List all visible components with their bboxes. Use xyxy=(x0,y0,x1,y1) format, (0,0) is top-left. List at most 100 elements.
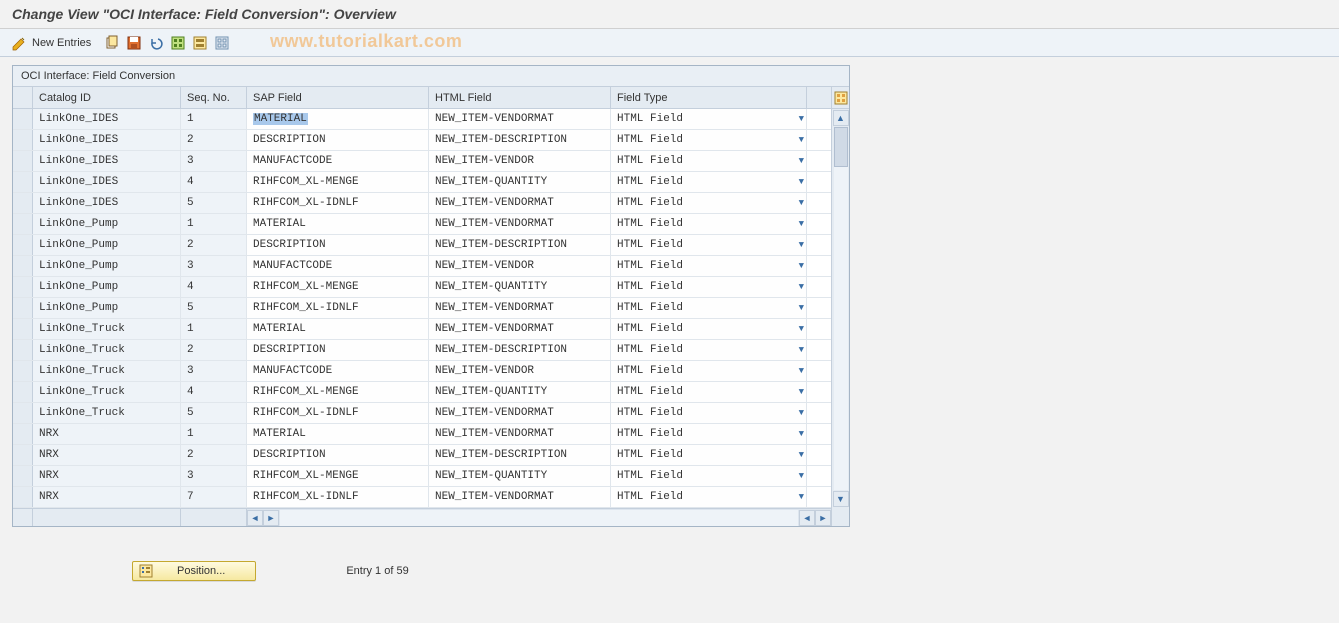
cell-html[interactable]: NEW_ITEM-VENDORMAT xyxy=(429,214,611,234)
cell-seq[interactable]: 1 xyxy=(181,424,247,444)
cell-catalog[interactable]: NRX xyxy=(33,487,181,507)
dropdown-icon[interactable]: ▼ xyxy=(799,450,804,460)
cell-html[interactable]: NEW_ITEM-VENDORMAT xyxy=(429,403,611,423)
hscroll-left-icon[interactable]: ◄ xyxy=(247,510,263,526)
cell-ftype[interactable]: HTML Field▼ xyxy=(611,193,807,213)
cell-catalog[interactable]: LinkOne_Truck xyxy=(33,403,181,423)
row-selector[interactable] xyxy=(13,256,33,276)
cell-ftype[interactable]: HTML Field▼ xyxy=(611,298,807,318)
cell-sap[interactable]: RIHFCOM_XL-IDNLF xyxy=(247,298,429,318)
table-row[interactable]: NRX7RIHFCOM_XL-IDNLFNEW_ITEM-VENDORMATHT… xyxy=(13,487,831,508)
row-selector[interactable] xyxy=(13,109,33,129)
cell-ftype[interactable]: HTML Field▼ xyxy=(611,256,807,276)
dropdown-icon[interactable]: ▼ xyxy=(799,366,804,376)
col-selector[interactable] xyxy=(13,87,33,108)
cell-sap[interactable]: MANUFACTCODE xyxy=(247,151,429,171)
vscroll-up-icon[interactable]: ▲ xyxy=(833,110,849,126)
select-block-icon[interactable] xyxy=(191,34,209,52)
cell-catalog[interactable]: NRX xyxy=(33,445,181,465)
cell-html[interactable]: NEW_ITEM-VENDORMAT xyxy=(429,487,611,507)
cell-html[interactable]: NEW_ITEM-DESCRIPTION xyxy=(429,340,611,360)
cell-ftype[interactable]: HTML Field▼ xyxy=(611,130,807,150)
col-seq[interactable]: Seq. No. xyxy=(181,87,247,108)
cell-html[interactable]: NEW_ITEM-VENDORMAT xyxy=(429,424,611,444)
cell-sap[interactable]: RIHFCOM_XL-IDNLF xyxy=(247,403,429,423)
cell-seq[interactable]: 4 xyxy=(181,382,247,402)
col-catalog[interactable]: Catalog ID xyxy=(33,87,181,108)
table-row[interactable]: LinkOne_Truck4RIHFCOM_XL-MENGENEW_ITEM-Q… xyxy=(13,382,831,403)
cell-seq[interactable]: 2 xyxy=(181,340,247,360)
table-row[interactable]: LinkOne_Truck3MANUFACTCODENEW_ITEM-VENDO… xyxy=(13,361,831,382)
row-selector[interactable] xyxy=(13,193,33,213)
table-row[interactable]: NRX2DESCRIPTIONNEW_ITEM-DESCRIPTIONHTML … xyxy=(13,445,831,466)
table-row[interactable]: LinkOne_IDES5RIHFCOM_XL-IDNLFNEW_ITEM-VE… xyxy=(13,193,831,214)
cell-ftype[interactable]: HTML Field▼ xyxy=(611,172,807,192)
table-row[interactable]: LinkOne_IDES4RIHFCOM_XL-MENGENEW_ITEM-QU… xyxy=(13,172,831,193)
cell-html[interactable]: NEW_ITEM-VENDOR xyxy=(429,361,611,381)
cell-html[interactable]: NEW_ITEM-VENDOR xyxy=(429,256,611,276)
cell-html[interactable]: NEW_ITEM-VENDORMAT xyxy=(429,109,611,129)
cell-html[interactable]: NEW_ITEM-DESCRIPTION xyxy=(429,235,611,255)
cell-sap[interactable]: RIHFCOM_XL-MENGE xyxy=(247,466,429,486)
cell-sap[interactable]: MATERIAL xyxy=(247,424,429,444)
cell-html[interactable]: NEW_ITEM-QUANTITY xyxy=(429,277,611,297)
cell-catalog[interactable]: LinkOne_IDES xyxy=(33,193,181,213)
cell-seq[interactable]: 7 xyxy=(181,487,247,507)
undo-icon[interactable] xyxy=(147,34,165,52)
new-entries-button[interactable]: New Entries xyxy=(32,37,91,49)
dropdown-icon[interactable]: ▼ xyxy=(799,324,804,334)
col-html[interactable]: HTML Field xyxy=(429,87,611,108)
cell-catalog[interactable]: LinkOne_IDES xyxy=(33,109,181,129)
row-selector[interactable] xyxy=(13,466,33,486)
row-selector[interactable] xyxy=(13,424,33,444)
cell-seq[interactable]: 1 xyxy=(181,319,247,339)
col-ftype[interactable]: Field Type xyxy=(611,87,807,108)
cell-ftype[interactable]: HTML Field▼ xyxy=(611,403,807,423)
cell-catalog[interactable]: LinkOne_Pump xyxy=(33,277,181,297)
dropdown-icon[interactable]: ▼ xyxy=(799,219,804,229)
row-selector[interactable] xyxy=(13,172,33,192)
cell-ftype[interactable]: HTML Field▼ xyxy=(611,487,807,507)
row-selector[interactable] xyxy=(13,235,33,255)
table-row[interactable]: LinkOne_IDES3MANUFACTCODENEW_ITEM-VENDOR… xyxy=(13,151,831,172)
cell-sap[interactable]: DESCRIPTION xyxy=(247,340,429,360)
cell-sap[interactable]: MATERIAL xyxy=(247,319,429,339)
cell-seq[interactable]: 5 xyxy=(181,193,247,213)
cell-catalog[interactable]: LinkOne_Pump xyxy=(33,214,181,234)
cell-seq[interactable]: 4 xyxy=(181,172,247,192)
cell-sap[interactable]: RIHFCOM_XL-MENGE xyxy=(247,382,429,402)
cell-seq[interactable]: 3 xyxy=(181,256,247,276)
table-row[interactable]: NRX3RIHFCOM_XL-MENGENEW_ITEM-QUANTITYHTM… xyxy=(13,466,831,487)
row-selector[interactable] xyxy=(13,487,33,507)
table-config-icon[interactable] xyxy=(832,87,849,109)
copy-icon[interactable] xyxy=(103,34,121,52)
dropdown-icon[interactable]: ▼ xyxy=(799,492,804,502)
row-selector[interactable] xyxy=(13,403,33,423)
save-icon[interactable] xyxy=(125,34,143,52)
cell-html[interactable]: NEW_ITEM-QUANTITY xyxy=(429,382,611,402)
cell-sap[interactable]: MATERIAL xyxy=(247,109,429,129)
cell-sap[interactable]: MANUFACTCODE xyxy=(247,361,429,381)
cell-catalog[interactable]: LinkOne_Truck xyxy=(33,382,181,402)
cell-sap[interactable]: RIHFCOM_XL-IDNLF xyxy=(247,193,429,213)
row-selector[interactable] xyxy=(13,130,33,150)
row-selector[interactable] xyxy=(13,382,33,402)
cell-seq[interactable]: 2 xyxy=(181,130,247,150)
dropdown-icon[interactable]: ▼ xyxy=(799,114,804,124)
cell-html[interactable]: NEW_ITEM-VENDORMAT xyxy=(429,193,611,213)
dropdown-icon[interactable]: ▼ xyxy=(799,471,804,481)
vscroll-down-icon[interactable]: ▼ xyxy=(833,491,849,507)
row-selector[interactable] xyxy=(13,445,33,465)
dropdown-icon[interactable]: ▼ xyxy=(799,198,804,208)
cell-html[interactable]: NEW_ITEM-VENDORMAT xyxy=(429,319,611,339)
cell-html[interactable]: NEW_ITEM-DESCRIPTION xyxy=(429,445,611,465)
position-button[interactable]: Position... xyxy=(132,561,256,581)
deselect-all-icon[interactable] xyxy=(213,34,231,52)
cell-seq[interactable]: 5 xyxy=(181,403,247,423)
hscroll-track[interactable] xyxy=(280,510,798,526)
cell-ftype[interactable]: HTML Field▼ xyxy=(611,424,807,444)
row-selector[interactable] xyxy=(13,151,33,171)
cell-ftype[interactable]: HTML Field▼ xyxy=(611,382,807,402)
vscroll-track[interactable] xyxy=(834,127,848,490)
table-row[interactable]: LinkOne_Pump4RIHFCOM_XL-MENGENEW_ITEM-QU… xyxy=(13,277,831,298)
